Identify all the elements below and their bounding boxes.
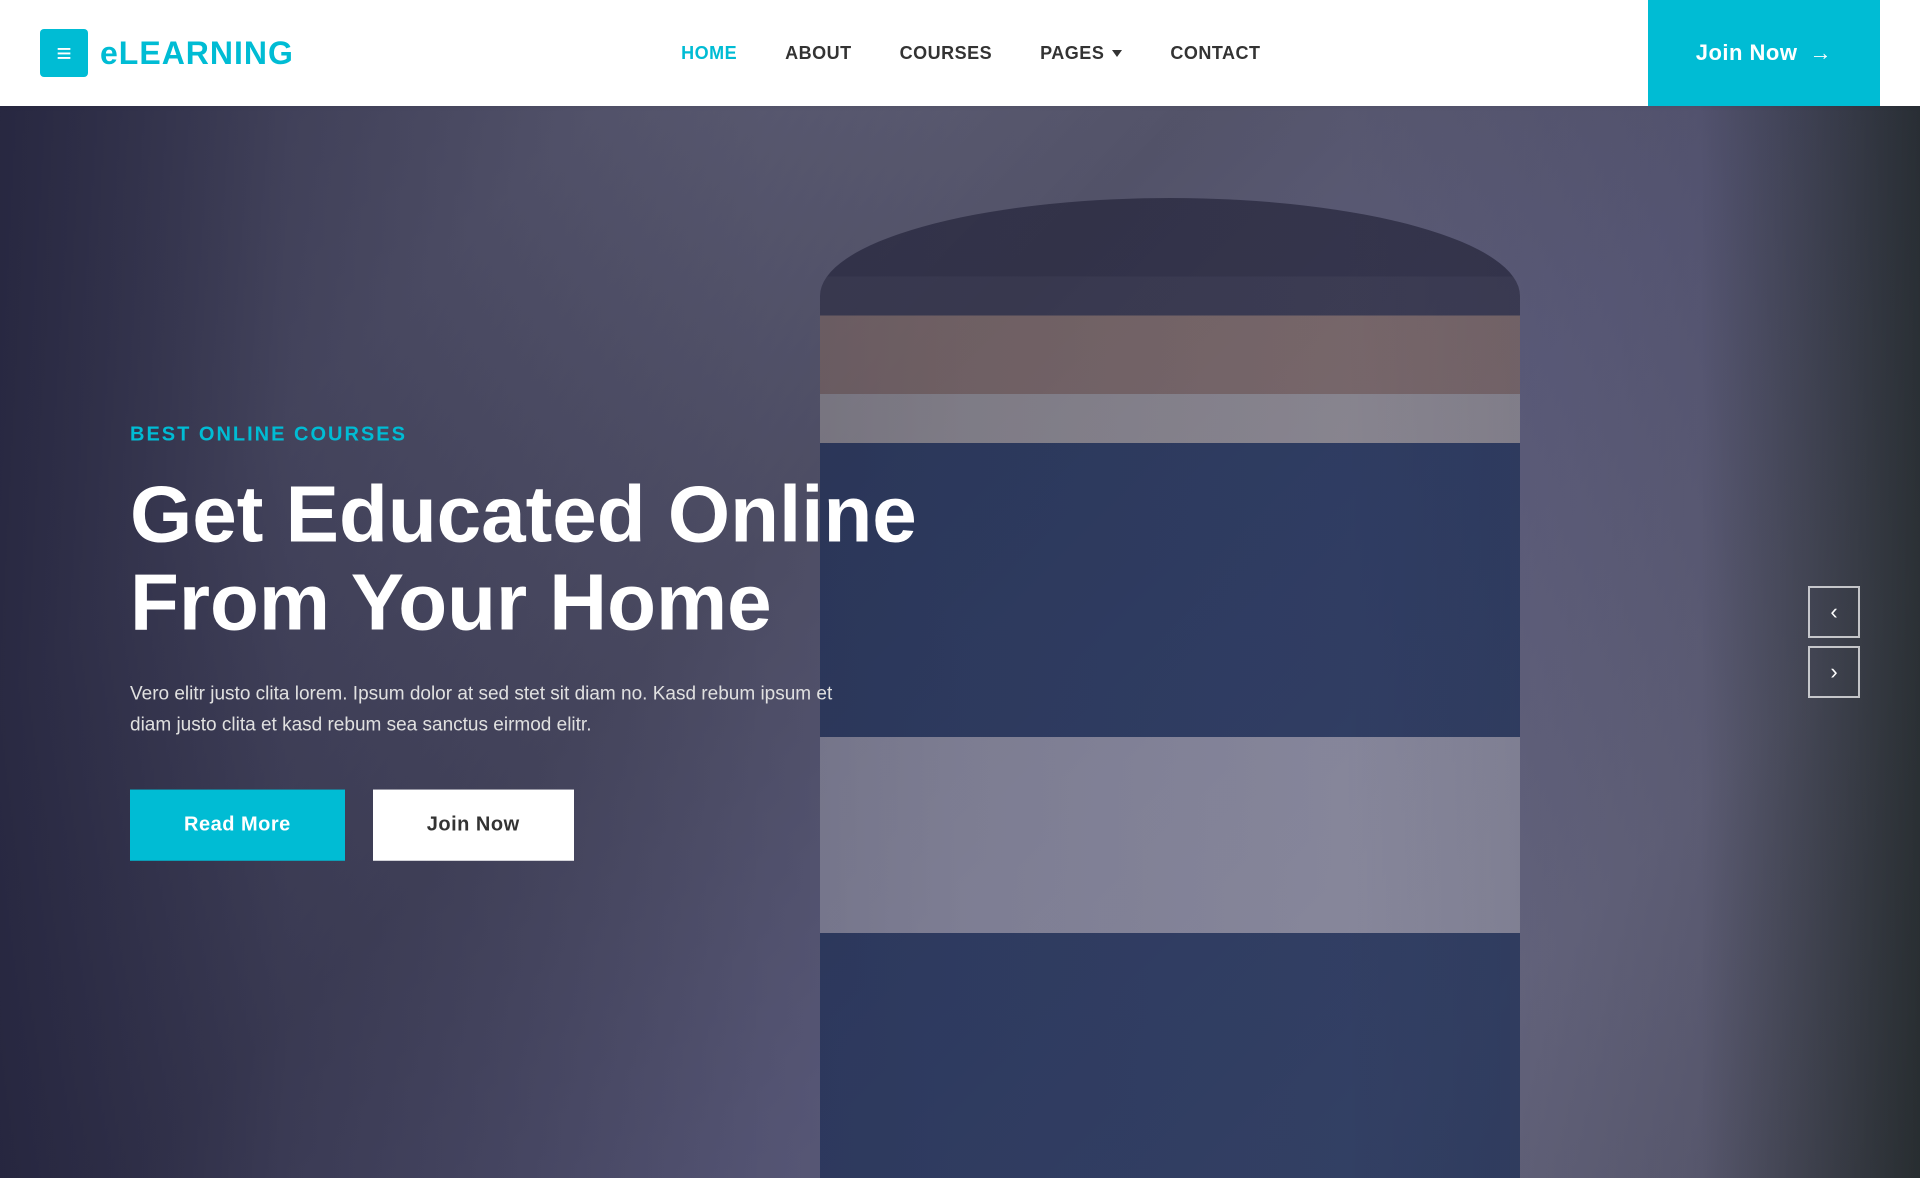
hero-subtitle: BEST ONLINE COURSES [130, 424, 917, 447]
hero-section: BEST ONLINE COURSES Get Educated Online … [0, 106, 1920, 1178]
nav-link-home[interactable]: HOME [681, 43, 737, 63]
brand-logo[interactable]: ≡ eLEARNING [40, 29, 294, 77]
nav-link-contact[interactable]: CONTACT [1170, 43, 1260, 63]
nav-item-about[interactable]: ABOUT [785, 43, 852, 64]
nav-link-pages[interactable]: PAGES [1040, 43, 1122, 64]
nav-item-courses[interactable]: COURSES [900, 43, 993, 64]
brand-icon-symbol: ≡ [56, 38, 71, 69]
hero-join-now-button[interactable]: Join Now [373, 789, 574, 860]
arrow-right-icon: → [1809, 40, 1832, 66]
hero-description: Vero elitr justo clita lorem. Ipsum dolo… [130, 679, 870, 742]
nav-item-home[interactable]: HOME [681, 43, 737, 64]
nav-links: HOME ABOUT COURSES PAGES CONTACT [681, 43, 1260, 64]
hero-buttons: Read More Join Now [130, 789, 917, 860]
chevron-down-icon [1112, 50, 1122, 57]
slider-controls: ‹ › [1808, 586, 1860, 698]
slider-prev-button[interactable]: ‹ [1808, 586, 1860, 638]
brand-icon: ≡ [40, 29, 88, 77]
hero-content: BEST ONLINE COURSES Get Educated Online … [130, 424, 917, 861]
hero-title: Get Educated Online From Your Home [130, 471, 917, 647]
brand-name: eLEARNING [100, 35, 294, 72]
slider-next-button[interactable]: › [1808, 646, 1860, 698]
nav-link-about[interactable]: ABOUT [785, 43, 852, 63]
nav-link-courses[interactable]: COURSES [900, 43, 993, 63]
nav-item-contact[interactable]: CONTACT [1170, 43, 1260, 64]
navbar: ≡ eLEARNING HOME ABOUT COURSES PAGES CON… [0, 0, 1920, 106]
nav-item-pages[interactable]: PAGES [1040, 43, 1122, 64]
read-more-button[interactable]: Read More [130, 789, 345, 860]
navbar-join-button[interactable]: Join Now → [1648, 0, 1880, 106]
navbar-join-label: Join Now [1696, 40, 1798, 66]
